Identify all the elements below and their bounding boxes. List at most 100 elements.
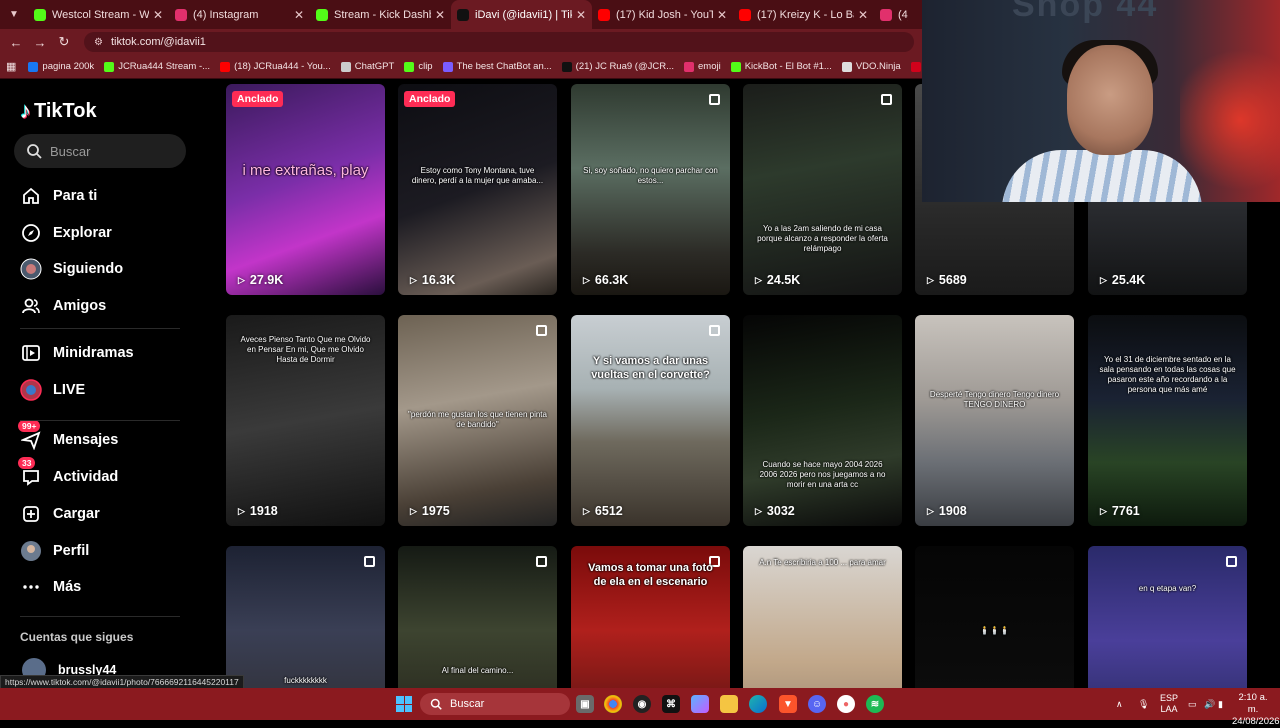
video-thumbnail[interactable]: Anclado i me extrañas, play ▷ 27.9K — [226, 84, 385, 295]
browser-tab[interactable]: (4) Inst — [874, 0, 914, 29]
video-thumbnail[interactable]: Cuando se hace mayo 2004 2026 2006 2026 … — [743, 315, 902, 526]
play-icon: ▷ — [238, 505, 245, 516]
chrome-icon[interactable] — [604, 695, 622, 713]
tab-close-icon[interactable]: ✕ — [153, 8, 163, 22]
sidebar-item-más[interactable]: Más — [20, 576, 81, 598]
sidebar-item-minidramas[interactable]: Minidramas — [20, 342, 134, 364]
sidebar-item-live[interactable]: LIVE — [20, 379, 85, 401]
video-thumbnail[interactable]: A.n Te escribiria a 100 ... para amar — [743, 546, 902, 688]
edge-icon[interactable] — [749, 695, 767, 713]
browser-tab[interactable]: Stream - Kick Dashboard ✕ — [310, 0, 451, 29]
video-thumbnail[interactable]: Y si vamos a dar unas vueltas en el corv… — [571, 315, 730, 526]
video-thumbnail[interactable]: Yo el 31 de diciembre sentado en la sala… — [1088, 315, 1247, 526]
windows-start-icon[interactable] — [396, 696, 412, 712]
tab-close-icon[interactable]: ✕ — [435, 8, 445, 22]
sidebar-item-actividad[interactable]: 33 Actividad — [18, 457, 118, 488]
video-thumbnail[interactable]: Al final del camino... — [398, 546, 557, 688]
photo-carousel-icon — [709, 94, 720, 105]
browser-tab[interactable]: Westcol Stream - Watch Li ✕ — [28, 0, 169, 29]
sidebar-item-amigos[interactable]: Amigos — [20, 295, 106, 317]
bookmark-label: emoji — [698, 61, 721, 72]
view-count-value: 16.3K — [421, 273, 456, 287]
bookmark-item[interactable]: (21) JC Rua9 (@JCR... — [561, 61, 674, 72]
video-thumbnail[interactable]: fuckkkkkkkk — [226, 546, 385, 688]
view-count: ▷ 6512 — [583, 504, 623, 518]
network-icon[interactable]: ▭ — [1188, 688, 1197, 720]
battery-icon[interactable]: ▮ — [1218, 688, 1223, 720]
apps-grid-icon[interactable]: ▦ — [6, 60, 16, 73]
video-thumbnail[interactable]: en q etapa van? — [1088, 546, 1247, 688]
sidebar-divider — [20, 616, 180, 617]
tab-close-icon[interactable]: ✕ — [717, 8, 727, 22]
tiktok-logo[interactable]: ♪ TikTok — [20, 98, 97, 124]
view-count-value: 24.5K — [766, 273, 801, 287]
sidebar-item-mensajes[interactable]: 99+ Mensajes — [18, 420, 118, 451]
taskbar-search[interactable]: Buscar — [420, 693, 570, 715]
capcut-icon[interactable]: ⌘ — [662, 695, 680, 713]
search-input[interactable]: Buscar — [14, 134, 186, 168]
play-icon: ▷ — [410, 505, 417, 516]
sidebar-item-para-ti[interactable]: Para ti — [20, 185, 97, 207]
video-thumbnail[interactable]: Yo a las 2am saliendo de mi casa porque … — [743, 84, 902, 295]
bookmark-item[interactable]: (18) JCRua444 - You... — [220, 61, 331, 72]
bookmark-item[interactable]: emoji — [684, 61, 721, 72]
browser-tab[interactable]: (17) Kreizy K - Lo Bandido ✕ — [733, 0, 874, 29]
browser-tab[interactable]: iDavi (@idavii1) | TikTok ✕ — [451, 0, 592, 29]
video-thumbnail[interactable]: Si, soy soñado, no quiero parchar con es… — [571, 84, 730, 295]
bookmark-item[interactable]: pagina 200k — [28, 61, 94, 72]
video-caption: en q etapa van? — [1138, 584, 1197, 593]
message-icon: 99+ — [18, 420, 42, 451]
video-caption: Vamos a tomar una foto de ela en el esce… — [588, 562, 713, 588]
chrome-profile-icon[interactable]: ● — [837, 695, 855, 713]
spotify-icon[interactable]: ≋ — [866, 695, 884, 713]
bookmark-label: JCRua444 Stream -... — [118, 61, 211, 72]
video-thumbnail[interactable]: 🕯️🕯️🕯️ — [915, 546, 1074, 688]
reload-button[interactable]: ↻ — [52, 29, 76, 55]
friends-icon — [20, 295, 42, 317]
tiktok-note-icon: ♪ — [20, 98, 31, 123]
system-clock[interactable]: 2:10 a. m. 24/08/2026 — [1232, 692, 1280, 728]
video-thumbnail[interactable]: "perdón me gustan los que tienen pinta d… — [398, 315, 557, 526]
browser-tab[interactable]: (4) Instagram ✕ — [169, 0, 310, 29]
volume-icon[interactable]: 🔊 — [1204, 688, 1215, 720]
discord-icon[interactable]: ☺ — [808, 695, 826, 713]
copilot-icon[interactable] — [691, 695, 709, 713]
sidebar-item-perfil[interactable]: Perfil — [20, 540, 89, 562]
bookmark-item[interactable]: VDO.Ninja — [841, 61, 901, 72]
tab-close-icon[interactable]: ✕ — [294, 8, 304, 22]
sidebar-item-cargar[interactable]: Cargar — [20, 503, 100, 525]
tab-close-icon[interactable]: ✕ — [576, 8, 586, 22]
streamer-face — [1067, 45, 1153, 155]
forward-button[interactable]: → — [28, 29, 52, 55]
site-info-icon[interactable]: ⚙ — [94, 37, 103, 48]
brave-icon[interactable]: ▼ — [779, 695, 797, 713]
tab-close-icon[interactable]: ✕ — [858, 8, 868, 22]
bookmark-favicon-icon — [28, 61, 39, 72]
bookmark-item[interactable]: ChatGPT — [340, 61, 394, 72]
tray-overflow-icon[interactable]: ∧ — [1116, 688, 1123, 720]
bookmark-favicon-icon — [104, 61, 115, 72]
bookmark-item[interactable]: The best ChatBot an... — [442, 61, 552, 72]
microphone-icon[interactable]: 🎙 — [1138, 688, 1149, 720]
task-view-icon[interactable]: ▣ — [576, 695, 594, 713]
video-thumbnail[interactable]: Desperté Tengo dinero Tengo dinero TENGO… — [915, 315, 1074, 526]
obs-icon[interactable]: ◉ — [633, 695, 651, 713]
language-indicator[interactable]: ESP LAA — [1160, 688, 1178, 720]
pinned-badge: Anclado — [404, 91, 456, 107]
tab-search-dropdown[interactable]: ▼ — [0, 0, 28, 29]
bookmark-item[interactable]: KickBot - El Bot #1... — [730, 61, 832, 72]
sidebar-item-explorar[interactable]: Explorar — [20, 222, 112, 244]
video-thumbnail[interactable]: Vamos a tomar una foto de ela en el esce… — [571, 546, 730, 688]
back-button[interactable]: ← — [4, 29, 28, 55]
file-explorer-icon[interactable] — [720, 695, 738, 713]
video-thumbnail[interactable]: Aveces Pienso Tanto Que me Olvido en Pen… — [226, 315, 385, 526]
bookmark-item[interactable]: JCRua444 Stream -... — [104, 61, 210, 72]
browser-tab[interactable]: (17) Kid Josh - YouTube ✕ — [592, 0, 733, 29]
sidebar-item-siguiendo[interactable]: Siguiendo — [20, 258, 123, 280]
video-caption: i me extrañas, play — [242, 162, 369, 179]
bookmark-item[interactable]: clip — [404, 61, 433, 72]
photo-carousel-icon — [709, 325, 720, 336]
video-thumbnail[interactable]: Anclado Estoy como Tony Montana, tuve din… — [398, 84, 557, 295]
sidebar-item-label: Minidramas — [53, 345, 134, 361]
url-bar[interactable]: ⚙ tiktok.com/@idavii1 — [84, 32, 914, 52]
